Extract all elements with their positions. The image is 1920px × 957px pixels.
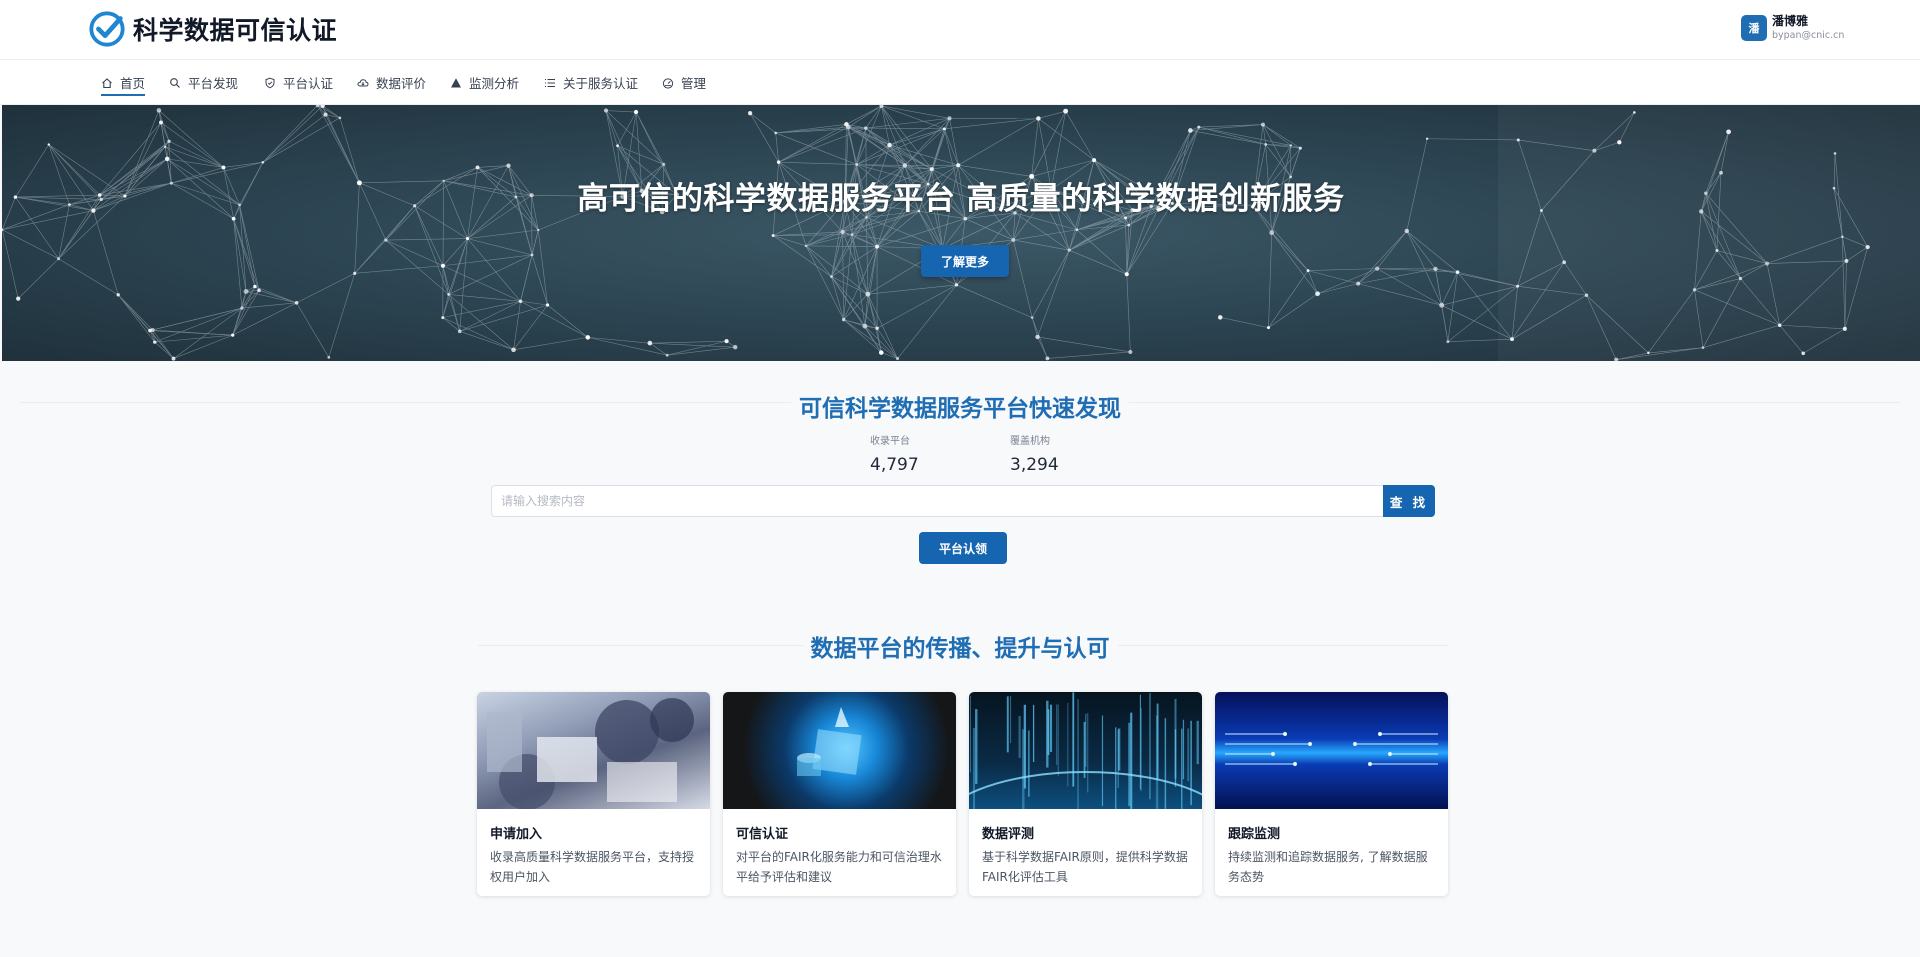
user-profile[interactable]: 潘 潘博雅 bypan@cnic.cn: [1741, 14, 1844, 42]
card-description: 收录高质量科学数据服务平台，支持授权用户加入: [490, 850, 695, 884]
network-background-image: [2, 105, 1920, 361]
card-apply-join[interactable]: 申请加入 收录高质量科学数据服务平台，支持授权用户加入: [477, 692, 710, 896]
card-title: 申请加入: [490, 827, 543, 842]
search-input[interactable]: [491, 485, 1383, 517]
shield-check-icon: [265, 77, 275, 88]
nav-item-data-evaluation[interactable]: 数据评价: [357, 60, 426, 105]
stat-value: 3,294: [1010, 455, 1059, 475]
card-description: 持续监测和追踪数据服务, 了解数据服务态势: [1228, 850, 1428, 884]
nav-label-data-evaluation: 数据评价: [376, 76, 427, 91]
card-description: 对平台的FAIR化服务能力和可信治理水平给予评估和建议: [736, 850, 942, 884]
card-image: [723, 692, 956, 809]
dashboard-icon: [662, 77, 674, 89]
check-circle-icon: [89, 11, 125, 47]
warning-icon: [451, 77, 461, 87]
nav-label-home: 首页: [120, 76, 146, 91]
nav-label-platform-certification: 平台认证: [283, 76, 334, 91]
learn-more-button[interactable]: 了解更多: [921, 245, 1009, 277]
nav-label-about-certification: 关于服务认证: [563, 76, 639, 91]
nav-label-platform-discovery: 平台发现: [188, 76, 239, 91]
main-nav: 首页 平台发现 平台认证 数据评价 监测分析 关于服务认证 管理: [0, 60, 1920, 105]
stat-label: 收录平台: [870, 436, 910, 447]
cloud-icon: [357, 78, 369, 86]
nav-item-platform-discovery[interactable]: 平台发现: [169, 60, 238, 105]
search-icon: [170, 77, 180, 88]
card-image: [969, 692, 1202, 809]
stat-value: 4,797: [870, 455, 919, 475]
brand-title: 科学数据可信认证: [133, 16, 338, 45]
card-image: [1215, 692, 1448, 809]
card-tracking-monitoring[interactable]: 跟踪监测 持续监测和追踪数据服务, 了解数据服务态势: [1215, 692, 1448, 896]
card-data-evaluation[interactable]: 数据评测 基于科学数据FAIR原则，提供科学数据FAIR化评估工具: [969, 692, 1202, 896]
user-email: bypan@cnic.cn: [1772, 30, 1845, 42]
nav-item-platform-certification[interactable]: 平台认证: [264, 60, 333, 105]
avatar[interactable]: 潘: [1741, 15, 1767, 41]
list-icon: [545, 78, 555, 87]
hero-title: 高可信的科学数据服务平台 高质量的科学数据创新服务: [577, 181, 1345, 217]
nav-label-admin: 管理: [681, 76, 707, 91]
stat-platforms: 收录平台 4,797: [870, 432, 919, 475]
nav-item-about-certification[interactable]: 关于服务认证: [544, 60, 638, 105]
platform-claim-button[interactable]: 平台认领: [919, 532, 1007, 564]
search-button[interactable]: 查 找: [1383, 485, 1435, 517]
stat-institutions: 覆盖机构 3,294: [1010, 432, 1059, 475]
discover-title-text: 可信科学数据服务平台快速发现: [791, 396, 1129, 422]
nav-item-admin[interactable]: 管理: [662, 60, 706, 105]
card-title: 跟踪监测: [1228, 827, 1281, 842]
discover-title: 可信科学数据服务平台快速发现: [0, 389, 1920, 423]
card-title: 数据评测: [982, 827, 1035, 842]
nav-item-home[interactable]: 首页: [101, 60, 146, 105]
card-trusted-certification[interactable]: 可信认证 对平台的FAIR化服务能力和可信治理水平给予评估和建议: [723, 692, 956, 896]
hero-banner: 高可信的科学数据服务平台 高质量的科学数据创新服务 了解更多: [2, 105, 1920, 361]
nav-item-monitoring-analysis[interactable]: 监测分析: [450, 60, 519, 105]
search-bar: 查 找: [491, 485, 1435, 517]
home-icon: [102, 77, 112, 88]
stat-label: 覆盖机构: [1010, 436, 1050, 447]
user-name: 潘博雅: [1772, 14, 1809, 28]
card-description: 基于科学数据FAIR原则，提供科学数据FAIR化评估工具: [982, 850, 1188, 884]
card-image: [477, 692, 710, 809]
top-header: 科学数据可信认证 潘 潘博雅 bypan@cnic.cn: [0, 0, 1920, 60]
card-title: 可信认证: [736, 827, 789, 842]
features-title: 数据平台的传播、提升与认可: [0, 629, 1920, 663]
features-title-text: 数据平台的传播、提升与认可: [802, 636, 1118, 662]
brand-logo[interactable]: 科学数据可信认证: [88, 9, 337, 49]
nav-label-monitoring-analysis: 监测分析: [469, 76, 520, 91]
